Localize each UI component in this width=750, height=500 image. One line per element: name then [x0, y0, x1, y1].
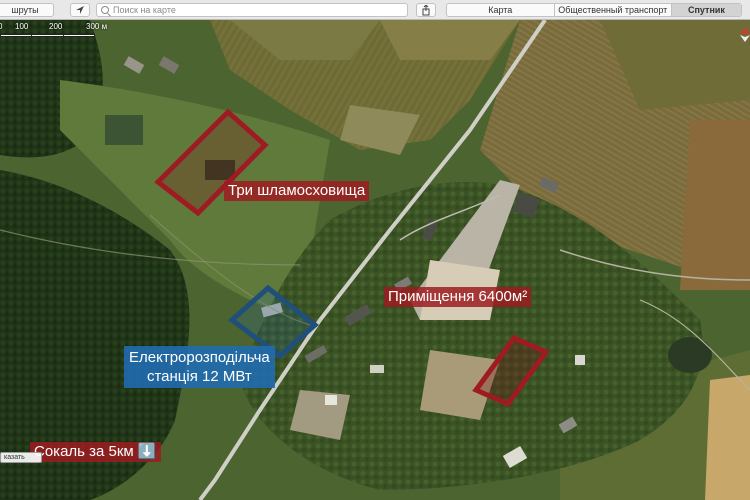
satellite-map[interactable]: [0, 20, 750, 500]
routes-button[interactable]: шруты: [0, 3, 54, 17]
sludge-label: Три шламосховища: [224, 181, 370, 201]
routes-label: шруты: [11, 5, 39, 15]
map-toolbar: шруты Поиск на карте Карта Общественный …: [0, 0, 750, 20]
scale-tick-0: 0: [0, 22, 3, 31]
tab-satellite[interactable]: Спутник: [670, 4, 741, 16]
scale-line: [0, 34, 95, 37]
tab-transit[interactable]: Общественный транспорт: [553, 4, 671, 16]
scale-bar: 0 100 200 300 м: [0, 22, 110, 42]
show-labels-button[interactable]: казать: [0, 452, 42, 463]
search-icon: [101, 6, 109, 14]
building-label: Приміщення 6400м²: [384, 287, 532, 307]
show-labels-text: казать: [4, 454, 25, 461]
share-icon: [422, 4, 430, 16]
location-arrow-icon: [76, 6, 84, 14]
search-input[interactable]: Поиск на карте: [96, 3, 408, 17]
location-arrow-button[interactable]: [70, 3, 90, 17]
scale-tick-300: 300 м: [86, 22, 108, 31]
substation-label-line1: Електророзподільча: [129, 349, 270, 366]
sokal-label: Сокаль за 5км ⬇️: [30, 442, 161, 462]
compass-icon[interactable]: [740, 28, 750, 42]
scale-tick-100: 100: [15, 22, 29, 31]
search-placeholder: Поиск на карте: [113, 5, 176, 15]
scale-tick-200: 200: [49, 22, 63, 31]
substation-label: Електророзподільча станція 12 МВт: [124, 346, 275, 388]
substation-label-line2: станція 12 МВт: [146, 368, 252, 385]
share-button[interactable]: [416, 3, 436, 17]
satellite-imagery: [0, 20, 750, 500]
map-type-selector: Карта Общественный транспорт Спутник: [446, 3, 742, 17]
tab-map[interactable]: Карта: [447, 4, 554, 16]
